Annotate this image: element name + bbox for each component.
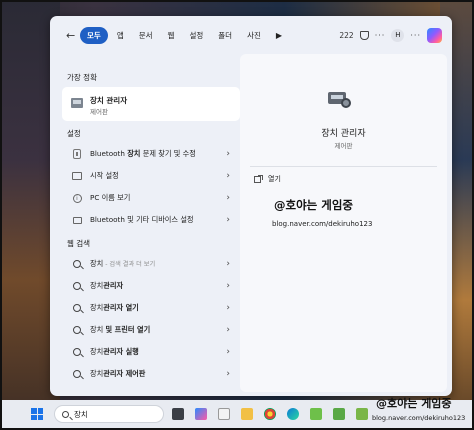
chevron-right-icon: › xyxy=(226,369,230,379)
user-avatar[interactable]: H xyxy=(391,29,405,42)
search-icon xyxy=(72,347,82,357)
chevron-right-icon: › xyxy=(226,347,230,357)
detail-pane: 장치 관리자 제어판 열기 @호야는 게임중 blog.naver.com/de… xyxy=(240,54,447,392)
game-app-icon-3[interactable] xyxy=(356,408,368,420)
start-search-panel: ← 모두 앱 문서 웹 설정 폴더 사진 ▶ 222 ··· H ··· 가장 … xyxy=(50,16,452,396)
best-match-subtitle: 제어판 xyxy=(90,108,108,116)
copilot-icon[interactable] xyxy=(427,28,442,43)
devices-settings-icon xyxy=(72,215,82,225)
windows-start-icon[interactable] xyxy=(31,408,43,420)
more-tabs-play-icon[interactable]: ▶ xyxy=(276,31,282,40)
notepad-icon[interactable] xyxy=(218,408,230,420)
device-manager-icon xyxy=(71,98,83,108)
detail-subtitle: 제어판 xyxy=(334,142,353,150)
game-app-icon[interactable] xyxy=(310,408,322,420)
open-label: 열기 xyxy=(268,175,281,183)
file-explorer-icon[interactable] xyxy=(241,408,253,420)
tab-photos[interactable]: 사진 xyxy=(241,27,267,44)
chevron-right-icon: › xyxy=(226,259,230,269)
settings-item-bluetooth-troubleshoot[interactable]: Bluetooth 장치 문제 찾기 및 수정 › xyxy=(62,143,240,165)
watermark-url: blog.naver.com/dekiruho123 xyxy=(272,220,373,228)
taskbar-search-box[interactable]: 장치 xyxy=(54,405,164,423)
chevron-right-icon: › xyxy=(226,325,230,335)
web-search-heading: 웹 검색 xyxy=(67,239,91,248)
settings-item-startup[interactable]: 시작 설정 › xyxy=(62,165,240,187)
best-match-title: 장치 관리자 xyxy=(90,96,128,105)
search-icon xyxy=(72,325,82,335)
task-view-icon[interactable] xyxy=(172,408,184,420)
back-arrow-icon[interactable]: ← xyxy=(66,29,80,42)
search-icon xyxy=(72,303,82,313)
chevron-right-icon: › xyxy=(226,281,230,291)
startup-apps-icon xyxy=(72,171,82,181)
chevron-right-icon: › xyxy=(226,171,230,181)
chevron-right-icon: › xyxy=(226,215,230,225)
top-right-controls: 222 ··· H ··· xyxy=(339,28,442,43)
info-icon: i xyxy=(72,193,82,203)
web-item-4[interactable]: 장치관리자 실행 › xyxy=(62,341,240,363)
divider xyxy=(250,166,437,167)
open-action[interactable]: 열기 xyxy=(254,174,281,184)
overflow-menu-icon[interactable]: ··· xyxy=(410,31,421,40)
rewards-count: 222 xyxy=(339,31,354,40)
search-icon xyxy=(72,281,82,291)
web-item-2[interactable]: 장치관리자 열기 › xyxy=(62,297,240,319)
chevron-right-icon: › xyxy=(226,193,230,203)
detail-title: 장치 관리자 xyxy=(321,129,366,139)
device-manager-large-icon xyxy=(328,88,352,108)
chevron-right-icon: › xyxy=(226,303,230,313)
chrome-icon[interactable] xyxy=(264,408,276,420)
tab-web[interactable]: 웹 xyxy=(162,27,181,44)
more-options-icon[interactable]: ··· xyxy=(375,31,386,40)
game-app-icon-2[interactable] xyxy=(333,408,345,420)
taskbar-search-text: 장치 xyxy=(74,409,88,419)
bluetooth-device-icon xyxy=(72,149,82,159)
chevron-right-icon: › xyxy=(226,149,230,159)
tab-documents[interactable]: 문서 xyxy=(133,27,159,44)
results-list: 가장 정확 장치 관리자 제어판 설정 Bluetooth 장치 문제 찾기 및… xyxy=(54,54,240,394)
search-icon xyxy=(72,259,82,269)
watermark-text: @호야는 게임중 xyxy=(274,198,353,212)
tab-apps[interactable]: 앱 xyxy=(111,27,130,44)
best-match-item[interactable]: 장치 관리자 제어판 xyxy=(62,87,240,121)
best-match-heading: 가장 정확 xyxy=(67,73,97,82)
web-item-0[interactable]: 장치 - 검색 결과 더 보기 › xyxy=(62,253,240,275)
search-filter-bar: ← 모두 앱 문서 웹 설정 폴더 사진 ▶ 222 ··· H ··· xyxy=(50,16,452,54)
settings-heading: 설정 xyxy=(67,129,81,138)
corner-watermark-url: blog.naver.com/dekiruho123 xyxy=(372,414,466,422)
search-icon xyxy=(62,410,69,418)
web-item-1[interactable]: 장치관리자 › xyxy=(62,275,240,297)
edge-icon[interactable] xyxy=(287,408,299,420)
corner-watermark-text: @호야는 게임중 xyxy=(376,397,452,410)
settings-item-pc-name[interactable]: i PC 이름 보기 › xyxy=(62,187,240,209)
trophy-icon[interactable] xyxy=(359,31,369,40)
web-item-5[interactable]: 장치관리자 제어판 › xyxy=(62,363,240,385)
web-item-3[interactable]: 장치 및 프린터 열기 › xyxy=(62,319,240,341)
tab-folders[interactable]: 폴더 xyxy=(212,27,238,44)
search-icon xyxy=(72,369,82,379)
copilot-taskbar-icon[interactable] xyxy=(195,408,207,420)
open-external-icon xyxy=(254,174,263,183)
tab-all[interactable]: 모두 xyxy=(80,26,108,44)
tab-settings[interactable]: 설정 xyxy=(183,27,209,44)
settings-item-bluetooth-devices[interactable]: Bluetooth 및 기타 디바이스 설정 › xyxy=(62,209,240,231)
